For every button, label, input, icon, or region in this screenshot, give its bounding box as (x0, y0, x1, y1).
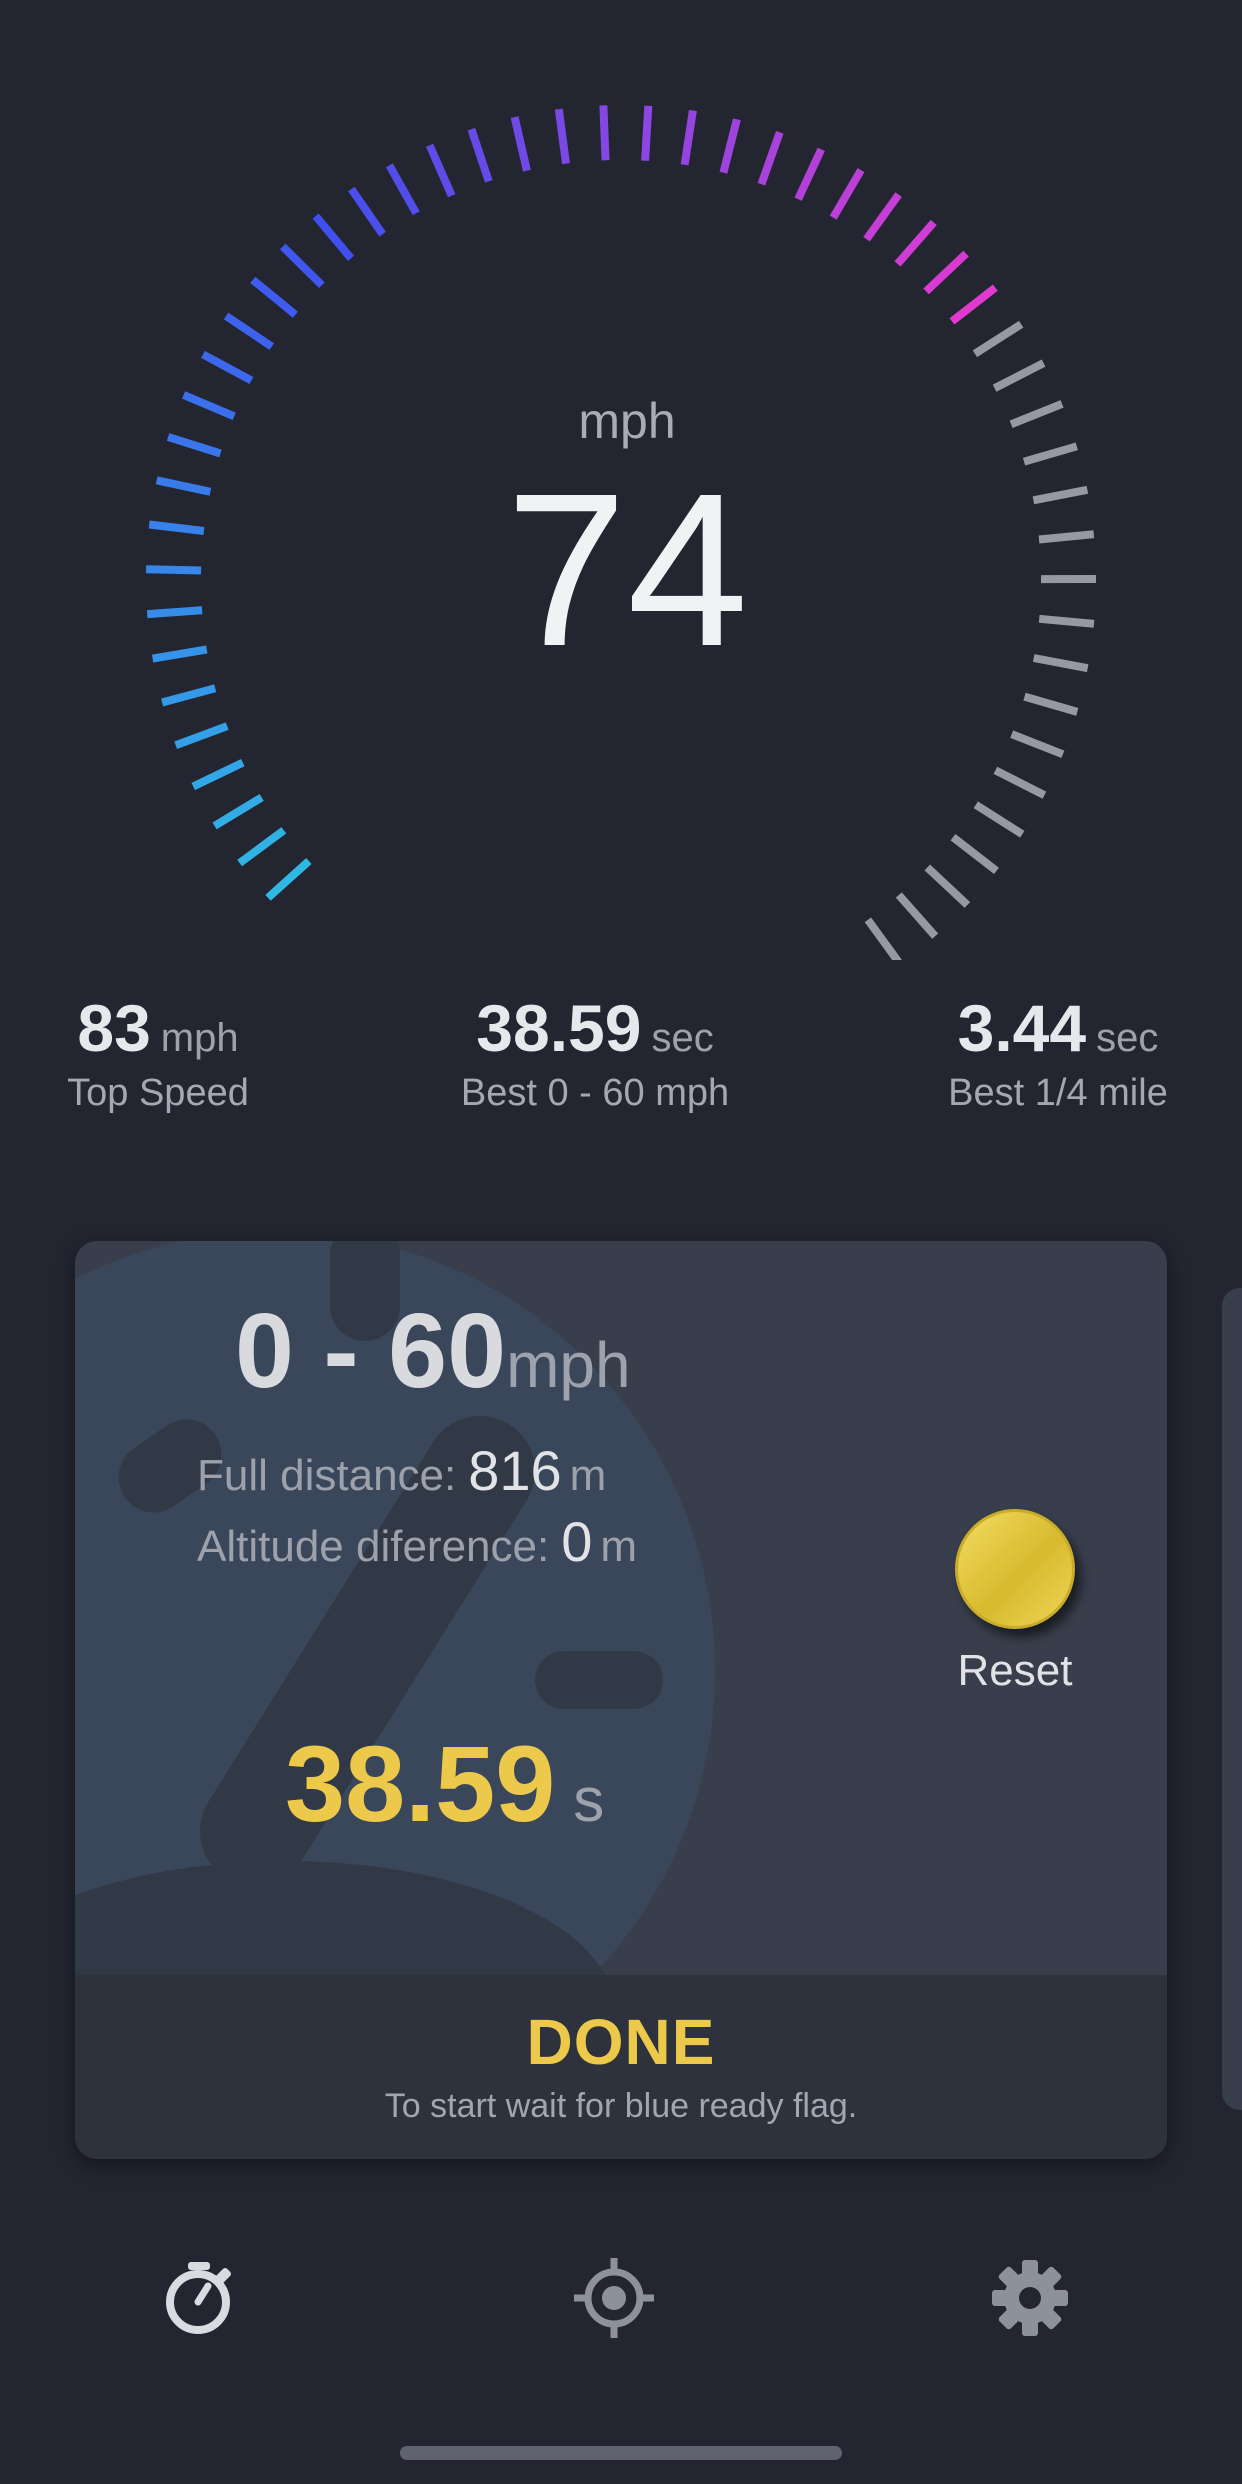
gauge-tick-active (201, 350, 254, 385)
stat-unit: sec (651, 1016, 714, 1060)
stat-value: 38.59 (476, 991, 642, 1065)
status-text: DONE (526, 2006, 716, 2078)
gauge-tick-inactive (1010, 730, 1065, 759)
result-time: 38.59 s (285, 1721, 604, 1846)
gauge-tick-active (467, 127, 493, 183)
gauge-tick-inactive (924, 864, 971, 908)
stat-best-quarter-mile: 3.44 sec Best 1/4 mile (918, 990, 1198, 1115)
altitude-difference-row: Altitude diference: 0 m (197, 1509, 637, 1574)
gauge-tick-inactive (864, 917, 903, 960)
gauge-tick-active (191, 758, 245, 791)
card-title-unit: mph (506, 1329, 631, 1401)
gauge-tick-active (174, 722, 229, 749)
gauge-tick-inactive (895, 892, 939, 939)
gear-hole (1019, 2287, 1041, 2309)
reset-button-label[interactable]: Reset (915, 1646, 1115, 1696)
gauge-tick-active (265, 858, 312, 901)
gauge-tick-inactive (992, 359, 1046, 392)
full-distance-row: Full distance: 816 m (197, 1438, 606, 1503)
gauge-tick-active (641, 105, 653, 161)
current-speed: 74 (505, 449, 749, 692)
gauge-tick-active (757, 130, 784, 186)
gauge-tick-active (425, 143, 456, 198)
acceleration-card[interactable]: 0 - 60mph Full distance: 816 m Altitude di… (75, 1241, 1167, 2159)
gauge-tick-active (599, 105, 610, 161)
result-time-value: 38.59 (285, 1723, 556, 1844)
full-distance-label: Full distance: (197, 1451, 457, 1500)
gauge-tick-active (161, 684, 217, 707)
gauge-tick-inactive (1023, 692, 1079, 716)
crosshair-icon[interactable] (572, 2256, 656, 2340)
altitude-difference-unit: m (600, 1522, 638, 1571)
stat-label: Best 1/4 mile (948, 1072, 1168, 1114)
stat-value: 83 (77, 991, 151, 1065)
gauge-tick-active (829, 168, 865, 220)
gauge-tick-inactive (950, 834, 999, 875)
stat-label: Top Speed (67, 1072, 249, 1114)
gauge-tick-active (250, 276, 298, 318)
stat-top-speed: 83 mph Top Speed (40, 990, 276, 1115)
next-card-peek[interactable] (1222, 1288, 1242, 2110)
full-distance-unit: m (569, 1451, 607, 1500)
status-hint: To start wait for blue ready flag. (384, 2087, 858, 2125)
stat-best-0-60: 38.59 sec Best 0 - 60 mph (410, 990, 780, 1115)
full-distance-value: 816 (468, 1439, 562, 1502)
gauge-tick-active (554, 108, 570, 165)
gear-icon[interactable] (988, 2256, 1072, 2340)
gauge-tick-active (680, 109, 697, 166)
stat-unit: sec (1096, 1016, 1159, 1060)
gauge-tick-active (312, 213, 355, 261)
gauge-tick-inactive (972, 320, 1024, 358)
gauge-tick-active (794, 147, 825, 201)
altitude-difference-value: 0 (561, 1510, 593, 1573)
gauge-tick-inactive (993, 766, 1047, 799)
card-title-value: 0 - 60 (235, 1292, 507, 1410)
result-time-unit: s (573, 1766, 605, 1835)
gauge-tick-active (348, 186, 386, 237)
card-status-footer: DONE To start wait for blue ready flag. (75, 1975, 1167, 2159)
gauge-tick-active (863, 192, 902, 242)
gauge-tick-inactive (973, 801, 1025, 838)
gauge-tick-active (212, 793, 264, 830)
speed-unit: mph (578, 393, 676, 449)
home-indicator[interactable] (400, 2446, 842, 2460)
card-title: 0 - 60mph (235, 1291, 631, 1412)
reset-button[interactable] (955, 1509, 1075, 1629)
stat-value: 3.44 (957, 991, 1087, 1065)
altitude-difference-label: Altitude diference: (197, 1522, 550, 1571)
gauge-tick-active (279, 243, 325, 289)
gauge-tick-active (510, 116, 531, 172)
gauge-tick-active (237, 827, 287, 867)
gauge-tick-active (385, 163, 420, 216)
stat-label: Best 0 - 60 mph (460, 1072, 730, 1114)
gauge-tick-active (223, 312, 275, 350)
stopwatch-icon[interactable] (158, 2256, 242, 2340)
gauge-tick-active (923, 250, 969, 295)
gauge-tick-active (719, 118, 741, 174)
stat-unit: mph (160, 1016, 239, 1060)
gauge-tick-active (894, 219, 937, 267)
gauge-tick-active (949, 284, 998, 325)
